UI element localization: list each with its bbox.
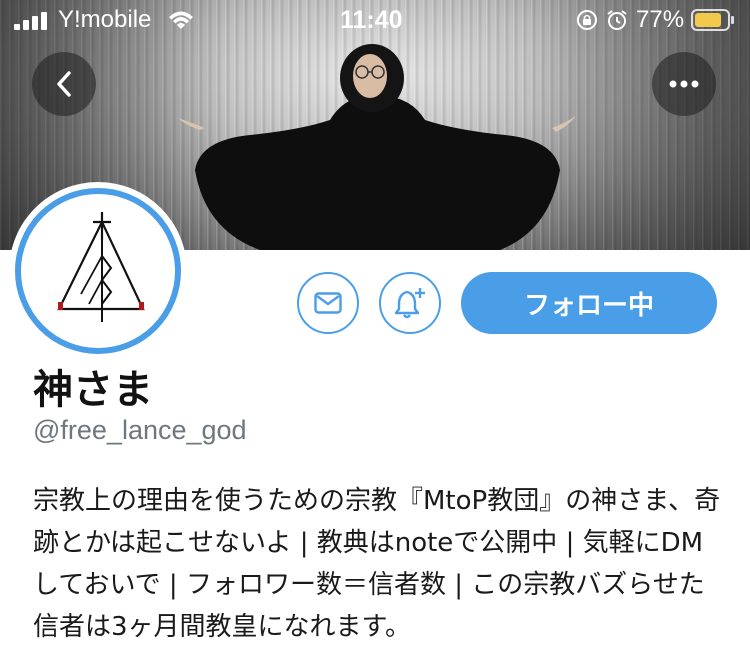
message-button[interactable] bbox=[297, 272, 359, 334]
more-button[interactable] bbox=[652, 52, 716, 116]
wifi-icon bbox=[169, 11, 193, 29]
battery-percent: 77% bbox=[636, 6, 685, 33]
display-name: 神さま bbox=[33, 367, 153, 413]
triangle-cross-logo bbox=[57, 212, 145, 322]
bell-plus-icon bbox=[394, 288, 425, 319]
more-horizontal-icon bbox=[669, 80, 699, 88]
mail-icon bbox=[314, 292, 342, 314]
carrier-name: Y!mobile bbox=[58, 6, 152, 33]
status-time: 11:40 bbox=[340, 6, 403, 34]
battery-icon bbox=[691, 9, 734, 31]
chevron-left-icon bbox=[57, 71, 71, 97]
signal-icon bbox=[14, 12, 47, 30]
alarm-icon bbox=[607, 10, 627, 30]
back-button[interactable] bbox=[32, 52, 96, 116]
profile-bio: 宗教上の理由を使うための宗教『MtoP教団』の神さま、奇跡とかは起こせないよ |… bbox=[33, 486, 721, 642]
following-button[interactable]: フォロー中 bbox=[461, 272, 717, 334]
rotation-lock-icon bbox=[577, 10, 597, 30]
status-bar: Y!mobile 11:40 77% bbox=[0, 0, 750, 40]
avatar[interactable] bbox=[15, 188, 181, 354]
notify-button[interactable] bbox=[379, 272, 441, 334]
user-handle: @free_lance_god bbox=[33, 415, 247, 445]
